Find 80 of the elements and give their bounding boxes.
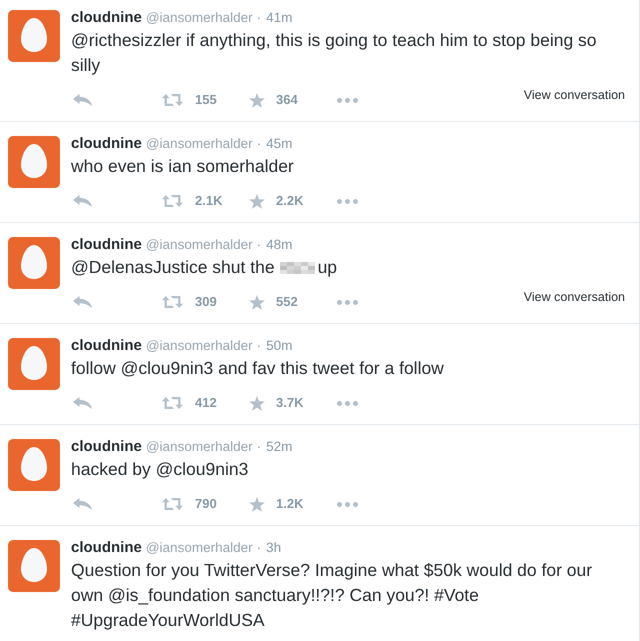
user-name[interactable]: cloudnine <box>71 235 142 255</box>
user-handle: @iansomerhalder <box>146 9 253 27</box>
user-handle: @iansomerhalder <box>146 236 253 254</box>
more-button[interactable] <box>337 502 358 506</box>
user-name[interactable]: cloudnine <box>71 538 142 558</box>
more-button[interactable] <box>337 300 358 304</box>
egg-avatar-icon[interactable] <box>8 439 60 491</box>
retweet-button[interactable]: 412 <box>162 395 217 411</box>
retweet-button[interactable]: 2.1K <box>162 193 222 209</box>
reply-icon <box>73 296 92 308</box>
more-button[interactable] <box>337 400 358 406</box>
view-conversation-link[interactable]: View conversation <box>524 290 625 304</box>
user-handle: @iansomerhalder <box>146 337 253 355</box>
separator-dot: · <box>256 337 262 355</box>
retweet-button[interactable]: 309 <box>162 294 217 310</box>
tweet-timestamp[interactable]: 48m <box>266 235 292 255</box>
tweet-text: hacked by @clou9nin3 <box>71 459 248 479</box>
tweet-timestamp[interactable]: 50m <box>266 336 292 356</box>
reply-button[interactable] <box>73 195 92 207</box>
tweet-text: follow @clou9nin3 and fav this tweet for a follow <box>71 358 444 378</box>
tweet-text: @ricthesizzler if anything, this is going to teach him to stop being so silly <box>71 30 597 75</box>
more-button[interactable] <box>337 98 358 102</box>
separator-dot: · <box>256 236 262 254</box>
separator-dot: · <box>256 438 262 456</box>
tweet-timestamp[interactable]: 45m <box>266 134 292 154</box>
favorite-button[interactable]: 1.2K <box>249 496 304 512</box>
egg-avatar-icon[interactable] <box>8 136 60 188</box>
star-icon <box>249 92 265 108</box>
reply-icon <box>73 498 92 510</box>
retweet-icon <box>162 296 183 308</box>
star-icon <box>249 496 265 512</box>
tweet-text: @DelenasJustice shut the <box>71 257 275 277</box>
star-icon <box>249 396 265 410</box>
favorite-button[interactable]: 552 <box>249 294 298 310</box>
more-button[interactable] <box>337 198 358 204</box>
tweet-text: who even is ian somerhalder <box>71 156 294 176</box>
user-name[interactable]: cloudnine <box>71 437 142 457</box>
separator-dot: · <box>256 9 262 27</box>
egg-avatar-icon[interactable] <box>8 10 60 62</box>
user-handle: @iansomerhalder <box>146 539 253 557</box>
ellipsis-icon <box>337 300 358 304</box>
retweet-icon <box>162 195 183 207</box>
ellipsis-icon <box>337 502 358 506</box>
reply-icon <box>73 397 92 409</box>
egg-avatar-icon[interactable] <box>8 237 60 289</box>
retweet-icon <box>162 94 183 106</box>
favorite-button[interactable]: 364 <box>249 92 298 108</box>
reply-icon <box>73 195 92 207</box>
reply-icon <box>73 94 92 106</box>
tweet-timestamp[interactable]: 3h <box>266 538 282 558</box>
favorite-button[interactable]: 2.2K <box>249 193 304 209</box>
tweet-timestamp[interactable]: 52m <box>266 437 292 457</box>
separator-dot: · <box>256 539 262 557</box>
egg-avatar-icon[interactable] <box>8 338 60 390</box>
reply-button[interactable] <box>73 296 92 308</box>
tweet-text: Question for you TwitterVerse? Imagine what $50k would do for our own @is_foundation sanctuary!!?!? Can you?! #Vote #UpgradeYourWorldUSA <box>71 560 592 630</box>
ellipsis-icon <box>337 98 358 102</box>
user-name[interactable]: cloudnine <box>71 336 142 356</box>
retweet-button[interactable]: 790 <box>162 496 217 512</box>
user-name[interactable]: cloudnine <box>71 8 142 28</box>
retweet-icon <box>162 498 183 510</box>
star-icon <box>249 294 265 310</box>
tweet-text: up <box>318 257 338 277</box>
user-handle: @iansomerhalder <box>146 438 253 456</box>
ellipsis-icon <box>337 198 358 204</box>
retweet-button[interactable]: 155 <box>162 92 217 108</box>
pixelated-word <box>280 262 315 274</box>
star-icon <box>249 194 265 208</box>
separator-dot: · <box>256 135 262 153</box>
view-conversation-link[interactable]: View conversation <box>524 88 625 102</box>
tweet-timestamp[interactable]: 41m <box>266 8 292 28</box>
favorite-button[interactable]: 3.7K <box>249 395 304 411</box>
reply-button[interactable] <box>73 94 92 106</box>
reply-button[interactable] <box>73 397 92 409</box>
ellipsis-icon <box>337 400 358 406</box>
reply-button[interactable] <box>73 498 92 510</box>
retweet-icon <box>162 397 183 409</box>
egg-avatar-icon[interactable] <box>8 540 60 592</box>
user-handle: @iansomerhalder <box>146 135 253 153</box>
user-name[interactable]: cloudnine <box>71 134 142 154</box>
